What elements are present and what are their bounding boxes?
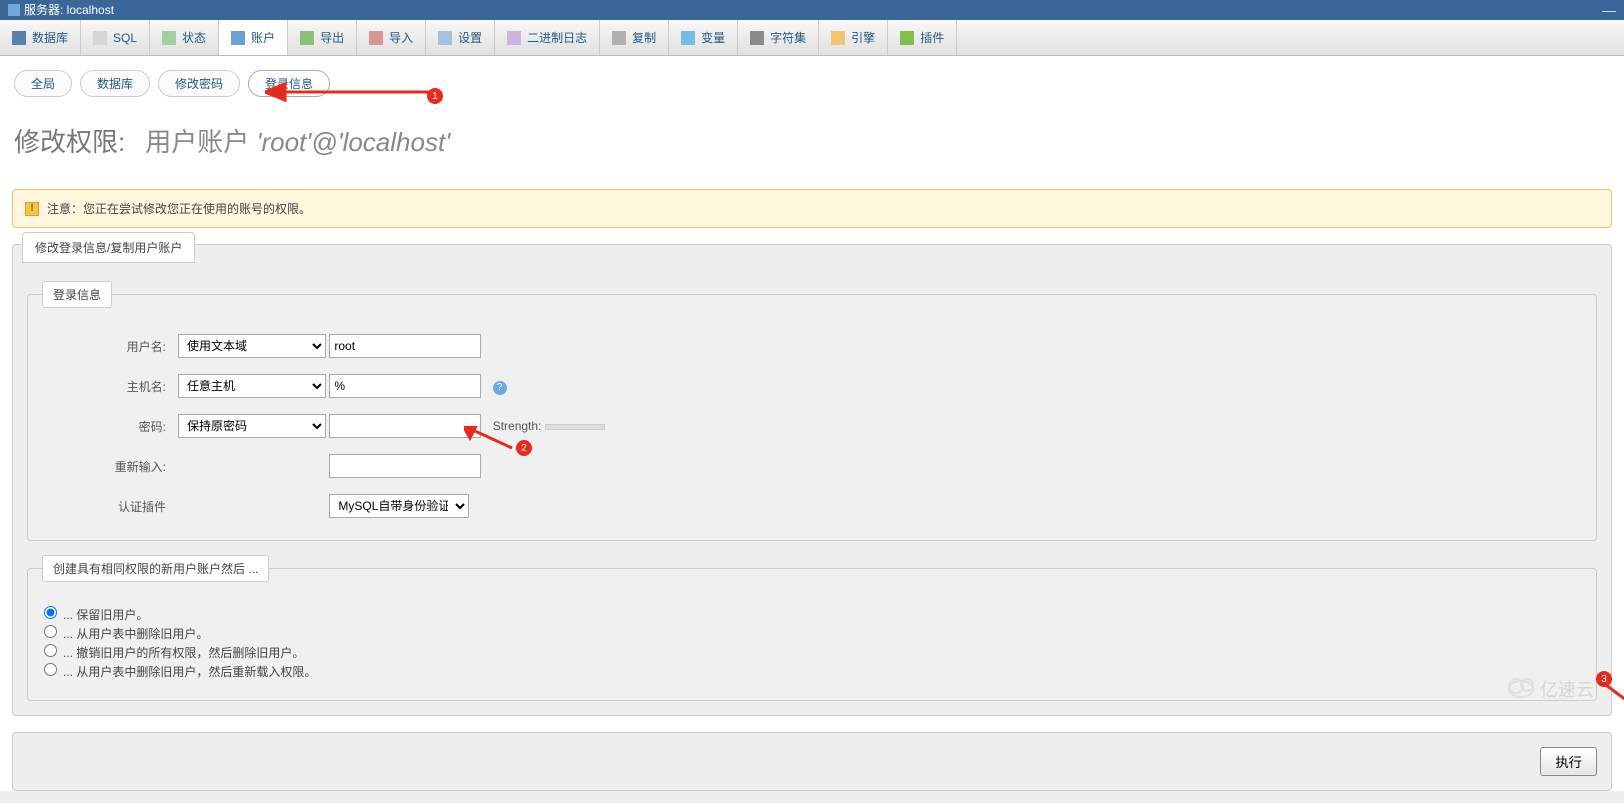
tab-export[interactable]: 导出 <box>288 20 357 55</box>
tab-label: 导入 <box>389 29 413 46</box>
charsets-icon <box>750 31 764 45</box>
page-title: 修改权限: 用户账户 'root'@'localhost' <box>0 98 1624 171</box>
subtab-database[interactable]: 数据库 <box>80 70 150 97</box>
host-input[interactable] <box>329 374 481 398</box>
status-icon <box>162 31 176 45</box>
replication-icon <box>612 31 626 45</box>
minimize-icon[interactable]: — <box>1602 0 1616 20</box>
edit-login-panel: 修改登录信息/复制用户账户 登录信息 用户名: 使用文本域 主机名: 任意主机 <box>12 244 1612 716</box>
tab-variables[interactable]: 变量 <box>669 20 738 55</box>
radio-keep-old[interactable]: ... 保留旧用户。 <box>44 606 1580 623</box>
go-button[interactable]: 执行 <box>1540 747 1597 776</box>
notice-box: ! 注意：您正在尝试修改您正在使用的账号的权限。 <box>12 189 1612 228</box>
create-user-fieldset: 创建具有相同权限的新用户账户然后 ... ... 保留旧用户。 ... 从用户表… <box>27 555 1597 701</box>
password-select[interactable]: 保持原密码 <box>178 414 326 438</box>
radio-revoke-delete[interactable]: ... 撤销旧用户的所有权限，然后删除旧用户。 <box>44 644 1580 661</box>
tab-databases[interactable]: 数据库 <box>0 20 81 55</box>
tab-label: 字符集 <box>770 29 806 46</box>
server-label: 服务器: localhost <box>24 0 114 20</box>
tab-label: 二进制日志 <box>527 29 587 46</box>
tab-plugins[interactable]: 插件 <box>888 20 957 55</box>
variables-icon <box>681 31 695 45</box>
tab-sql[interactable]: SQL <box>81 20 150 55</box>
databases-icon <box>12 31 26 45</box>
tab-accounts[interactable]: 账户 <box>219 20 288 55</box>
tab-label: 引擎 <box>851 29 875 46</box>
tab-binlog[interactable]: 二进制日志 <box>495 20 600 55</box>
tab-import[interactable]: 导入 <box>357 20 426 55</box>
tab-label: 设置 <box>458 29 482 46</box>
sql-icon <box>93 31 107 45</box>
tab-status[interactable]: 状态 <box>150 20 219 55</box>
sub-tabs: 全局 数据库 修改密码 登录信息 <box>0 68 1624 98</box>
import-icon <box>369 31 383 45</box>
tab-label: SQL <box>113 31 137 45</box>
tab-settings[interactable]: 设置 <box>426 20 495 55</box>
submit-row: 3 执行 <box>12 732 1612 791</box>
tab-label: 导出 <box>320 29 344 46</box>
tab-replication[interactable]: 复制 <box>600 20 669 55</box>
titlebar: 服务器: localhost — <box>0 0 1624 20</box>
username-select[interactable]: 使用文本域 <box>178 334 326 358</box>
auth-label: 认证插件 <box>118 500 166 514</box>
strength-label: Strength: <box>493 419 542 433</box>
password-label: 密码: <box>139 420 166 434</box>
annotation-badge-1: 1 <box>427 88 443 104</box>
export-icon <box>300 31 314 45</box>
host-select[interactable]: 任意主机 <box>178 374 326 398</box>
radio-delete-old[interactable]: ... 从用户表中删除旧用户。 <box>44 625 1580 642</box>
login-info-fieldset: 登录信息 用户名: 使用文本域 主机名: 任意主机 ? <box>27 281 1597 541</box>
plugins-icon <box>900 31 914 45</box>
password-input[interactable] <box>329 414 481 438</box>
tab-label: 账户 <box>251 29 275 46</box>
strength-bar <box>545 424 605 430</box>
main-tabs: 数据库 SQL 状态 账户 导出 导入 设置 二进制日志 复制 变量 字符集 引擎 插件 <box>0 20 1624 56</box>
username-label: 用户名: <box>127 340 166 354</box>
retype-label: 重新输入: <box>115 460 166 474</box>
engines-icon <box>831 31 845 45</box>
retype-input[interactable] <box>329 454 481 478</box>
radio-delete-reload[interactable]: ... 从用户表中删除旧用户，然后重新载入权限。 <box>44 663 1580 680</box>
help-icon[interactable]: ? <box>493 381 507 395</box>
annotation-arrow-1 <box>265 80 445 104</box>
host-label: 主机名: <box>127 380 166 394</box>
tab-label: 状态 <box>182 29 206 46</box>
binlog-icon <box>507 31 521 45</box>
tab-label: 变量 <box>701 29 725 46</box>
tab-charsets[interactable]: 字符集 <box>738 20 819 55</box>
create-user-legend: 创建具有相同权限的新用户账户然后 ... <box>42 555 269 582</box>
auth-select[interactable]: MySQL自带身份验证 <box>329 494 469 518</box>
tab-engines[interactable]: 引擎 <box>819 20 888 55</box>
tab-label: 数据库 <box>32 29 68 46</box>
tab-label: 插件 <box>920 29 944 46</box>
username-input[interactable] <box>329 334 481 358</box>
subtab-change-password[interactable]: 修改密码 <box>158 70 240 97</box>
login-info-legend: 登录信息 <box>42 281 112 308</box>
notice-text: 注意：您正在尝试修改您正在使用的账号的权限。 <box>47 200 311 217</box>
settings-icon <box>438 31 452 45</box>
server-icon <box>8 4 20 16</box>
warning-icon: ! <box>25 202 39 216</box>
accounts-icon <box>231 31 245 45</box>
subtab-global[interactable]: 全局 <box>14 70 72 97</box>
tab-label: 复制 <box>632 29 656 46</box>
panel-header: 修改登录信息/复制用户账户 <box>22 232 195 263</box>
